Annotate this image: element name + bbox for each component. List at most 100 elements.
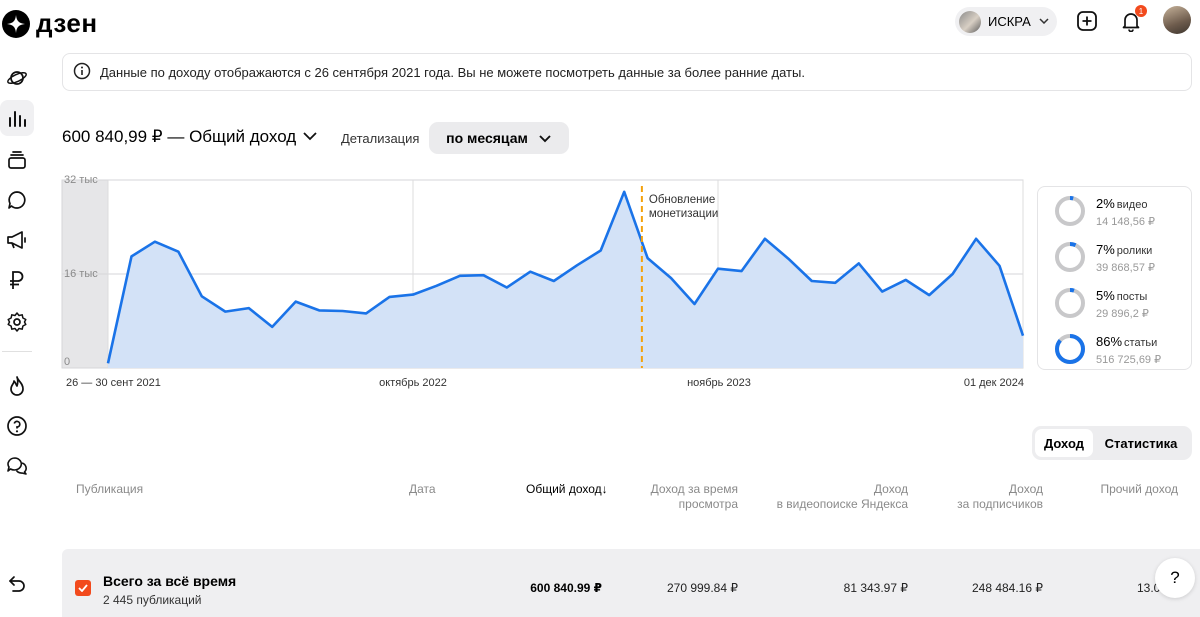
data-point[interactable]	[950, 271, 956, 277]
check-icon	[78, 584, 88, 592]
data-point[interactable]	[105, 360, 111, 366]
data-point[interactable]	[1020, 333, 1026, 339]
detail-label: Детализация	[341, 131, 420, 146]
data-point[interactable]	[293, 299, 299, 305]
planet-icon[interactable]	[0, 60, 34, 96]
dzen-star-icon	[2, 9, 30, 38]
col-search-income-line1: Доход	[873, 482, 908, 496]
profile-name: ИСКРА	[988, 14, 1031, 29]
megaphone-icon[interactable]	[0, 222, 34, 258]
data-point[interactable]	[856, 260, 862, 266]
monetization-annotation: монетизации	[649, 208, 718, 220]
share-ring	[1055, 334, 1085, 364]
data-point[interactable]	[645, 255, 651, 261]
data-point[interactable]	[809, 278, 815, 284]
breakdown-percent: 2% видео	[1096, 196, 1147, 211]
x-tick-label: октябрь 2022	[379, 377, 447, 389]
data-point[interactable]	[175, 249, 181, 255]
col-view-income-line2: просмотра	[678, 497, 738, 511]
col-publication[interactable]: Публикация	[76, 482, 143, 497]
x-tick-label: ноябрь 2023	[687, 377, 751, 389]
breakdown-percent: 5% посты	[1096, 288, 1147, 303]
data-point[interactable]	[973, 236, 979, 242]
col-view-income[interactable]: Доход за время просмотра	[651, 482, 738, 512]
income-area	[108, 191, 1023, 368]
data-point[interactable]	[199, 293, 205, 299]
y-tick-label: 32 тыс	[64, 174, 98, 186]
total-income-label: 600 840,99 ₽ — Общий доход	[62, 127, 297, 146]
data-point[interactable]	[527, 269, 533, 275]
data-point[interactable]	[715, 266, 721, 272]
x-tick-label: 26 — 30 сент 2021	[66, 377, 161, 389]
layers-icon[interactable]	[0, 142, 34, 178]
col-other-income[interactable]: Прочий доход	[1100, 482, 1178, 497]
data-point[interactable]	[504, 285, 510, 291]
breakdown-amount: 29 896,2 ₽	[1096, 308, 1149, 320]
col-subs-income-line2: за подписчиков	[957, 497, 1043, 511]
breakdown-name: видео	[1116, 199, 1148, 211]
data-point[interactable]	[246, 305, 252, 311]
data-point[interactable]	[879, 289, 885, 295]
breakdown-name: посты	[1116, 291, 1148, 303]
cell-subs-income: 248 484.16 ₽	[971, 581, 1043, 595]
data-point[interactable]	[832, 280, 838, 286]
data-point[interactable]	[340, 308, 346, 314]
stats-icon[interactable]	[0, 100, 34, 136]
total-row-checkbox[interactable]	[75, 580, 91, 596]
info-text: Данные по доходу отображаются с 26 сентя…	[100, 64, 805, 80]
data-point[interactable]	[762, 236, 768, 242]
dzen-logo[interactable]: дзен	[2, 8, 98, 39]
data-point[interactable]	[457, 273, 463, 279]
data-point[interactable]	[316, 307, 322, 313]
data-point[interactable]	[387, 294, 393, 300]
gear-icon[interactable]	[0, 304, 34, 340]
data-point[interactable]	[621, 189, 627, 195]
data-point[interactable]	[668, 275, 674, 281]
data-point[interactable]	[903, 277, 909, 283]
breakdown-name: ролики	[1116, 245, 1153, 257]
total-row-title: Всего за всё время	[103, 573, 237, 589]
data-point[interactable]	[363, 310, 369, 316]
data-point[interactable]	[222, 309, 228, 315]
total-row-subtitle: 2 445 публикаций	[103, 593, 202, 607]
data-point[interactable]	[269, 324, 275, 330]
data-point[interactable]	[433, 283, 439, 289]
profile-switcher[interactable]: ИСКРА	[955, 7, 1057, 36]
sort-arrow-icon: ↓	[601, 482, 608, 496]
data-point[interactable]	[410, 292, 416, 298]
tab-statistics[interactable]: Статистика	[1093, 429, 1189, 457]
col-subs-income[interactable]: Доход за подписчиков	[957, 482, 1043, 512]
data-point[interactable]	[551, 278, 557, 284]
chat-icon[interactable]	[0, 182, 34, 218]
data-point[interactable]	[480, 272, 486, 278]
monetization-annotation: Обновление	[649, 194, 715, 206]
add-icon[interactable]	[1075, 9, 1099, 33]
data-point[interactable]	[598, 248, 604, 254]
data-point[interactable]	[926, 292, 932, 298]
data-point[interactable]	[785, 256, 791, 262]
income-chart[interactable]: Обновление монетизации 32 тыс 16 тыс 0 26 — 3…	[60, 172, 1026, 394]
detail-period-select[interactable]: по месяцам	[429, 122, 569, 154]
breakdown-percent-value: 86%	[1096, 334, 1123, 349]
data-point[interactable]	[574, 262, 580, 268]
tab-income[interactable]: Доход	[1035, 429, 1093, 457]
back-icon[interactable]	[0, 566, 34, 602]
data-point[interactable]	[128, 253, 134, 259]
col-date[interactable]: Дата	[409, 482, 436, 497]
x-tick-label: 01 дек 2024	[964, 377, 1024, 389]
user-avatar[interactable]	[1163, 6, 1191, 34]
data-point[interactable]	[997, 263, 1003, 269]
col-search-income-line2: в видеопоиске Яндекса	[776, 497, 908, 511]
data-point[interactable]	[152, 239, 158, 245]
help-circle-icon[interactable]	[0, 408, 34, 444]
data-point[interactable]	[692, 301, 698, 307]
total-income-dropdown[interactable]: 600 840,99 ₽ — Общий доход	[62, 127, 318, 147]
comments-icon[interactable]	[0, 448, 34, 484]
fire-icon[interactable]	[0, 368, 34, 404]
col-total-income[interactable]: Общий доход↓	[526, 482, 608, 497]
ruble-icon[interactable]	[0, 262, 34, 298]
chevron-down-icon	[1039, 16, 1049, 27]
help-button[interactable]: ?	[1155, 558, 1195, 598]
data-point[interactable]	[738, 268, 744, 274]
col-search-income[interactable]: Доход в видеопоиске Яндекса	[777, 482, 908, 512]
